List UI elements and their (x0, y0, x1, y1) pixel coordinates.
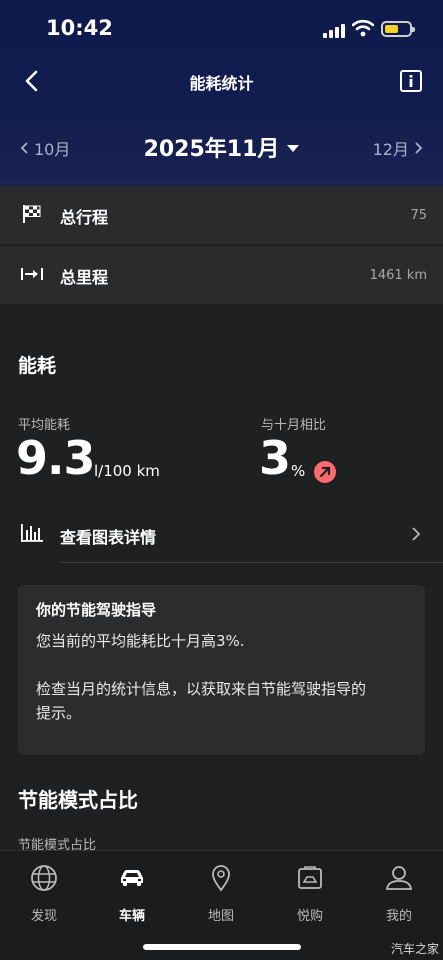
total-distance-row: 总里程 1461 km (0, 246, 443, 304)
tab-profile[interactable]: 我的 (355, 863, 443, 924)
header: 10:42 能耗统计 10月 2025年11月 12月 (0, 0, 443, 186)
tab-label: 我的 (385, 909, 412, 924)
status-time: 10:42 (46, 16, 113, 40)
view-chart-details-button[interactable]: 查看图表详情 (0, 510, 443, 562)
energy-section-title: 能耗 (18, 355, 57, 377)
tip-title: 你的节能驾驶指导 (36, 601, 157, 619)
eco-driving-tip-card: 你的节能驾驶指导 您当前的平均能耗比十月高3%. 检查当月的统计信息，以获取来自… (18, 585, 425, 755)
tab-map[interactable]: 地图 (177, 863, 265, 924)
next-month-label: 12月 (372, 140, 409, 159)
tab-label: 悦购 (296, 909, 323, 924)
tab-label: 车辆 (118, 909, 145, 924)
wifi-icon (351, 19, 375, 37)
current-month-label: 2025年11月 (143, 137, 280, 162)
compare-unit: % (291, 462, 306, 480)
checkered-flag-icon (20, 204, 44, 224)
tab-label: 发现 (30, 909, 57, 924)
total-trips-value: 75 (410, 208, 427, 223)
tab-vehicle[interactable]: 车辆 (88, 863, 176, 924)
total-distance-label: 总里程 (60, 268, 109, 287)
chevron-right-icon (410, 526, 422, 542)
total-trips-row: 总行程 75 (0, 186, 443, 246)
trip-summary: 总行程 75 总里程 1461 km (0, 186, 443, 304)
watermark: 汽车之家 (390, 942, 439, 956)
trend-up-icon (314, 461, 336, 483)
info-icon[interactable] (400, 70, 422, 92)
globe-icon (29, 863, 59, 893)
avg-consumption-value: 9.3 (16, 431, 95, 485)
total-trips-label: 总行程 (60, 208, 109, 227)
bar-chart-icon (20, 522, 44, 544)
total-distance-value: 1461 km (369, 268, 427, 283)
page-title: 能耗统计 (189, 74, 254, 93)
tip-text-line-1: 您当前的平均能耗比十月高3%. (36, 632, 245, 650)
shopping-bag-icon (295, 863, 325, 893)
map-pin-icon (206, 863, 236, 893)
compare-value: 3 (259, 431, 291, 485)
user-icon (384, 863, 414, 893)
tip-text-line-3: 提示。 (36, 704, 82, 722)
status-bar: 10:42 (0, 0, 443, 58)
caret-down-icon (287, 144, 300, 152)
tab-discover[interactable]: 发现 (0, 863, 88, 924)
view-chart-details-label: 查看图表详情 (60, 528, 157, 547)
divider (60, 562, 443, 563)
next-month-button[interactable]: 12月 (373, 136, 423, 160)
signal-icon (323, 22, 347, 38)
chevron-right-icon (415, 142, 423, 154)
distance-arrow-icon (20, 264, 44, 284)
car-icon (117, 863, 147, 893)
battery-icon (381, 21, 415, 37)
tab-label: 地图 (207, 909, 234, 924)
tab-shop[interactable]: 悦购 (266, 863, 354, 924)
eco-mode-section-title: 节能模式占比 (18, 788, 138, 812)
tip-text-line-2: 检查当月的统计信息，以获取来自节能驾驶指导的 (36, 680, 367, 698)
home-indicator[interactable] (143, 944, 301, 950)
avg-consumption-unit: l/100 km (94, 462, 160, 480)
